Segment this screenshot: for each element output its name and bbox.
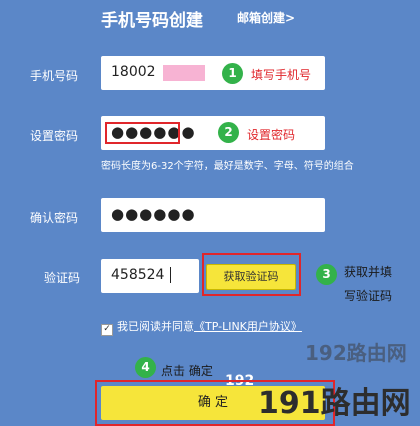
agreement-row: ✓ 我已阅读并同意《TP-LINK用户协议》 [101,318,302,336]
phone-annotation: 填写手机号 [251,68,312,82]
watermark-small-number: 192 [305,341,347,365]
watermark-big: 191路由网 [258,378,411,422]
captcha-input[interactable]: 458524 [101,259,199,293]
captcha-label: 验证码 [44,271,81,285]
agreement-text: 我已阅读并同意 [117,320,194,333]
phone-value: 18002 [111,64,156,80]
phone-label: 手机号码 [30,69,79,83]
watermark-big-text: 路由网 [320,386,411,421]
step-4-badge: 4 [135,357,156,378]
captcha-annotation-line1: 获取并填 [344,265,393,279]
confirm-password-input[interactable]: ●●●●●● [101,198,325,232]
registration-page: 手机号码创建 邮箱创建> 手机号码 18002 1 填写手机号 设置密码 ●●●… [0,0,420,426]
step-1-badge: 1 [222,63,243,84]
captcha-value: 458524 [111,267,165,283]
watermark-small: 192路由网 [305,337,407,366]
password-hint: 密码长度为6-32个字符，最好是数字、字母、符号的组合 [101,161,354,172]
agreement-link[interactable]: 《TP-LINK用户协议》 [194,320,302,333]
confirm-password-label: 确认密码 [30,211,79,225]
password-highlight-box [105,122,180,144]
redacted-mask [163,65,205,81]
submit-annotation: 点击 确定 [161,364,213,378]
text-cursor [170,267,171,283]
password-annotation: 设置密码 [247,128,296,142]
confirm-password-value: ●●●●●● [111,205,196,223]
email-create-link[interactable]: 邮箱创建> [237,9,295,26]
password-label: 设置密码 [30,129,79,143]
watermark-small-text: 路由网 [346,341,407,365]
step-2-badge: 2 [218,122,239,143]
agreement-checkbox[interactable]: ✓ [101,324,113,336]
step-3-badge: 3 [316,264,337,285]
get-captcha-button[interactable]: 获取验证码 [206,264,296,290]
captcha-annotation-line2: 写验证码 [344,289,393,303]
page-title: 手机号码创建 [101,11,203,31]
watermark-big-number: 191 [258,386,321,421]
